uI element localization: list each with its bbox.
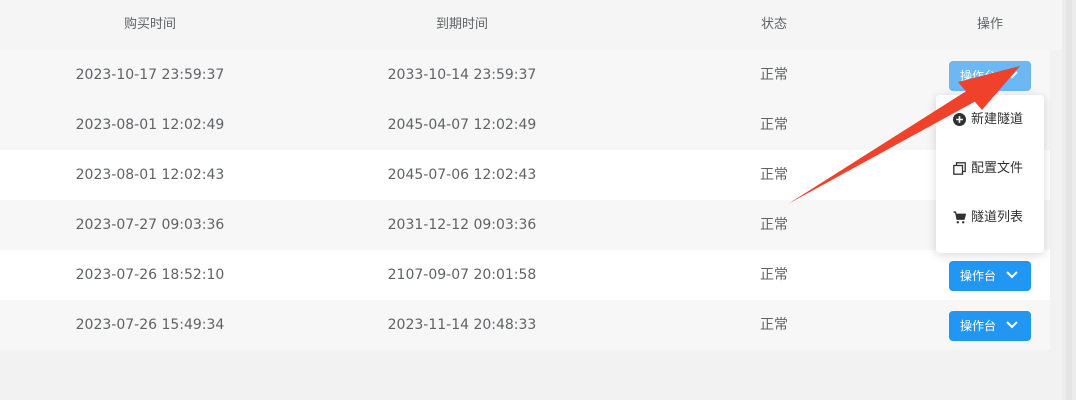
header-actions: 操作 xyxy=(976,17,1003,32)
chevron-down-icon xyxy=(1006,71,1018,79)
table-row: 2023-07-26 18:52:10 2107-09-07 20:01:58 … xyxy=(0,250,1050,300)
expire-time-cell: 2023-11-14 20:48:33 xyxy=(387,317,537,333)
console-button-label: 操作台 xyxy=(960,69,997,83)
purchase-time-cell: 2023-08-01 12:02:49 xyxy=(75,117,225,133)
table-header: 购买时间 到期时间 状态 操作 xyxy=(0,0,1062,50)
status-cell: 正常 xyxy=(760,167,788,183)
console-button-label: 操作台 xyxy=(960,269,997,283)
expire-time-cell: 2045-04-07 12:02:49 xyxy=(387,117,537,133)
console-dropdown-menu: 新建隧道 配置文件 隧道列表 xyxy=(936,95,1044,253)
status-cell: 正常 xyxy=(760,317,788,333)
console-button-label: 操作台 xyxy=(960,319,997,333)
expire-time-cell: 2107-09-07 20:01:58 xyxy=(387,267,537,283)
header-expire-time: 到期时间 xyxy=(435,17,488,32)
menu-item-tunnel-list[interactable]: 隧道列表 xyxy=(936,198,1044,238)
header-purchase-time: 购买时间 xyxy=(123,17,176,32)
menu-item-new-tunnel[interactable]: 新建隧道 xyxy=(936,100,1044,140)
table-row: 2023-08-01 12:02:43 2045-07-06 12:02:43 … xyxy=(0,150,1050,200)
status-cell: 正常 xyxy=(760,117,788,133)
plus-circle-icon xyxy=(953,113,966,126)
status-cell: 正常 xyxy=(760,267,788,283)
purchase-time-cell: 2023-07-26 15:49:34 xyxy=(75,317,225,333)
menu-item-label: 配置文件 xyxy=(971,161,1024,176)
chevron-down-icon xyxy=(1006,321,1018,329)
console-button[interactable]: 操作台 xyxy=(949,311,1031,341)
table-row: 2023-10-17 23:59:37 2033-10-14 23:59:37 … xyxy=(0,50,1050,100)
menu-item-label: 新建隧道 xyxy=(971,112,1024,127)
table-row: 2023-07-27 09:03:36 2031-12-12 09:03:36 … xyxy=(0,200,1050,250)
expire-time-cell: 2031-12-12 09:03:36 xyxy=(387,217,537,233)
status-cell: 正常 xyxy=(760,217,788,233)
copy-icon xyxy=(953,162,966,175)
cart-icon xyxy=(953,211,966,224)
console-button[interactable]: 操作台 xyxy=(949,61,1031,91)
table-row: 2023-08-01 12:02:49 2045-04-07 12:02:49 … xyxy=(0,100,1050,150)
scrollbar-track[interactable] xyxy=(1066,0,1072,400)
purchase-time-cell: 2023-07-26 18:52:10 xyxy=(75,267,225,283)
header-status: 状态 xyxy=(760,17,787,32)
menu-item-label: 隧道列表 xyxy=(971,210,1024,225)
expire-time-cell: 2033-10-14 23:59:37 xyxy=(387,67,537,83)
vertical-scrollbar[interactable] xyxy=(1062,0,1076,400)
purchase-time-cell: 2023-07-27 09:03:36 xyxy=(75,217,225,233)
status-cell: 正常 xyxy=(760,67,788,83)
purchase-time-cell: 2023-10-17 23:59:37 xyxy=(75,67,225,83)
chevron-down-icon xyxy=(1006,271,1018,279)
purchase-time-cell: 2023-08-01 12:02:43 xyxy=(75,167,225,183)
menu-item-config-file[interactable]: 配置文件 xyxy=(936,149,1044,189)
console-button[interactable]: 操作台 xyxy=(949,261,1031,291)
expire-time-cell: 2045-07-06 12:02:43 xyxy=(387,167,537,183)
table-row: 2023-07-26 15:49:34 2023-11-14 20:48:33 … xyxy=(0,300,1050,350)
order-table: 购买时间 到期时间 状态 操作 2023-10-17 23:59:37 2033… xyxy=(0,0,1062,350)
